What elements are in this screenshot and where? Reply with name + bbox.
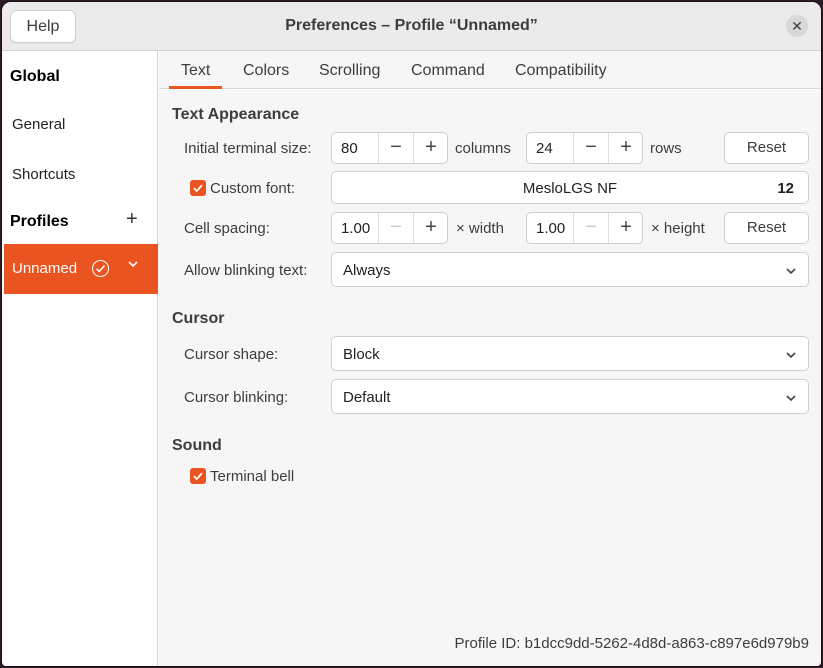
sidebar-heading-profiles: Profiles [10,213,69,230]
chevron-down-icon [786,352,796,359]
cell-height-stepper[interactable]: 1.00 − + [526,212,643,244]
sidebar-heading-global: Global [10,68,60,85]
section-title-sound: Sound [172,437,222,454]
tab-colors[interactable]: Colors [243,62,289,80]
plus-icon: + [425,216,437,238]
cell-height-unit: × height [651,220,705,237]
minus-icon: − [585,216,597,238]
sidebar-item-profile-unnamed[interactable]: Unnamed [4,244,158,294]
sidebar-item-general[interactable]: General [12,116,65,133]
chevron-down-icon [128,261,138,268]
tab-command[interactable]: Command [411,62,485,80]
custom-font-label: Custom font: [210,180,296,197]
minus-icon: − [390,216,402,238]
font-name: MesloLGS NF [522,180,618,197]
cursor-blinking-dropdown[interactable]: Default [331,379,809,414]
terminal-size-label: Initial terminal size: [184,140,312,157]
custom-font-checkbox[interactable] [190,180,206,196]
blinking-text-label: Allow blinking text: [184,262,308,279]
rows-value[interactable]: 24 [536,140,553,157]
rows-unit: rows [650,140,682,157]
tab-scrolling[interactable]: Scrolling [319,62,380,80]
close-button[interactable]: ✕ [786,15,808,37]
profile-name: Unnamed [12,260,78,277]
tab-bar: Text Colors Scrolling Command Compatibil… [159,51,821,89]
cursor-shape-label: Cursor shape: [184,346,279,363]
cursor-blinking-label: Cursor blinking: [184,389,289,406]
chevron-down-icon [786,268,796,275]
columns-decrement-button[interactable]: − [378,133,413,163]
columns-increment-button[interactable]: + [413,133,448,163]
sidebar: Global General Shortcuts Profiles + Unna… [2,51,158,666]
blinking-text-value: Always [343,262,391,279]
font-chooser-button[interactable]: MesloLGS NF 12 [331,171,809,204]
columns-stepper[interactable]: 80 − + [331,132,448,164]
reset-spacing-button[interactable]: Reset [724,212,809,244]
rows-decrement-button[interactable]: − [573,133,608,163]
text-tab-content: Text Appearance Initial terminal size: 8… [159,90,821,666]
chevron-down-icon [786,395,796,402]
terminal-bell-checkbox[interactable] [190,468,206,484]
cell-width-stepper[interactable]: 1.00 − + [331,212,448,244]
profile-id-value: b1dcc9dd-5262-4d8d-a863-c897e6d979b9 [524,635,809,652]
add-profile-button[interactable]: + [126,209,138,229]
section-title-text-appearance: Text Appearance [172,106,300,123]
blinking-text-dropdown[interactable]: Always [331,252,809,287]
columns-value[interactable]: 80 [341,140,358,157]
cursor-blinking-value: Default [343,389,391,406]
cell-spacing-label: Cell spacing: [184,220,270,237]
cell-height-decrement-button[interactable]: − [573,213,608,243]
window-title: Preferences – Profile “Unnamed” [285,17,538,34]
cell-width-value[interactable]: 1.00 [341,220,370,237]
font-size: 12 [777,180,794,197]
profile-id-label: Profile ID: [454,635,521,652]
reset-size-button[interactable]: Reset [724,132,809,164]
cell-height-increment-button[interactable]: + [608,213,643,243]
preferences-window: Help Preferences – Profile “Unnamed” ✕ G… [2,2,821,666]
cursor-shape-dropdown[interactable]: Block [331,336,809,371]
check-circle-icon [92,260,109,277]
title-bar: Help Preferences – Profile “Unnamed” ✕ [2,2,821,51]
plus-icon: + [620,136,632,158]
cell-height-value[interactable]: 1.00 [536,220,565,237]
checkmark-icon [193,472,203,481]
cell-width-unit: × width [456,220,504,237]
close-icon: ✕ [791,18,803,34]
columns-unit: columns [455,140,511,157]
active-tab-indicator [169,86,222,89]
rows-increment-button[interactable]: + [608,133,643,163]
sidebar-item-shortcuts[interactable]: Shortcuts [12,166,75,183]
plus-icon: + [620,216,632,238]
cell-width-increment-button[interactable]: + [413,213,448,243]
checkmark-icon [193,184,203,193]
minus-icon: − [585,136,597,158]
tab-text[interactable]: Text [181,62,210,80]
cursor-shape-value: Block [343,346,380,363]
minus-icon: − [390,136,402,158]
terminal-bell-label: Terminal bell [210,468,295,485]
plus-icon: + [425,136,437,158]
profile-id: Profile ID: b1dcc9dd-5262-4d8d-a863-c897… [455,635,809,652]
cell-width-decrement-button[interactable]: − [378,213,413,243]
profile-menu-button[interactable] [126,257,140,275]
rows-stepper[interactable]: 24 − + [526,132,643,164]
tab-compatibility[interactable]: Compatibility [515,62,607,80]
section-title-cursor: Cursor [172,310,225,327]
plus-icon: + [126,208,138,230]
